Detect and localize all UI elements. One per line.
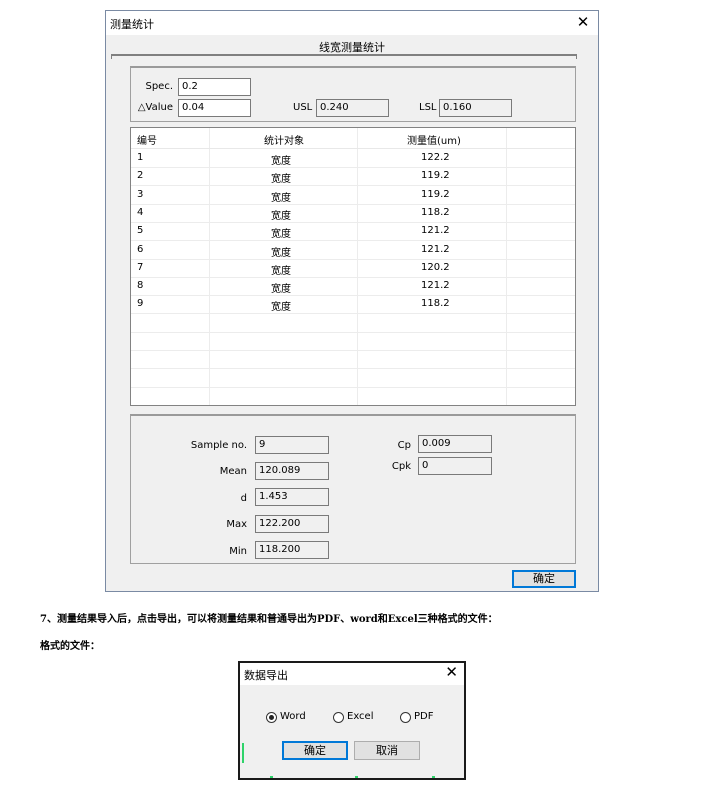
table-row[interactable]: [131, 314, 575, 333]
decorative-mark: [432, 776, 435, 778]
table-row[interactable]: [131, 369, 575, 388]
sample-field: 9: [255, 436, 329, 454]
cpk-label: Cpk: [391, 461, 411, 472]
measurement-list[interactable]: 编号 统计对象 测量值(um) 1 宽度 122.2 2 宽度 119.2 3 宽度 119.2…: [130, 127, 576, 406]
row-object: 宽度: [271, 156, 291, 167]
row-value: 119.2: [421, 170, 450, 182]
table-row[interactable]: 6 宽度 121.2: [131, 241, 575, 260]
table-row[interactable]: 9 宽度 118.2: [131, 295, 575, 315]
usl-field: 0.240: [316, 99, 389, 117]
table-row[interactable]: 8 宽度 121.2: [131, 277, 575, 297]
column-header-value[interactable]: 测量值(um): [407, 132, 461, 147]
row-object: 宽度: [271, 174, 291, 186]
decorative-mark: [242, 743, 244, 763]
decorative-mark: [355, 776, 358, 778]
d-label: d: [240, 493, 247, 504]
list-header: 编号 统计对象 测量值(um): [131, 128, 575, 149]
min-field: 118.200: [255, 541, 329, 559]
table-row[interactable]: [131, 350, 575, 370]
lsl-label: LSL: [419, 102, 437, 113]
table-row[interactable]: 1 宽度 122.2: [131, 149, 575, 168]
d-field: 1.453: [255, 488, 329, 506]
row-value: 121.2: [421, 225, 450, 237]
measurement-stats-window: 测量统计 ✕ 线宽测量统计 Spec. 0.2 △Value 0.04 USL …: [105, 10, 599, 592]
cp-field: 0.009: [418, 435, 492, 453]
row-value: 119.2: [421, 188, 450, 200]
table-row[interactable]: 4 宽度 118.2: [131, 204, 575, 223]
table-row[interactable]: 2 宽度 119.2: [131, 167, 575, 187]
table-row[interactable]: 7 宽度 120.2: [131, 259, 575, 278]
row-id: 3: [137, 188, 144, 200]
radio-pdf-icon[interactable]: [400, 712, 411, 723]
row-object: 宽度: [271, 302, 291, 314]
confirm-button[interactable]: 确定: [282, 741, 348, 760]
dvalue-label: △Value: [137, 102, 173, 113]
export-title-bar: 数据导出 ✕: [240, 663, 464, 685]
row-value: 122.2: [421, 152, 450, 163]
column-header-object[interactable]: 统计对象: [264, 132, 304, 147]
stats-group: Sample no. 9 Mean 120.089 d 1.453 Max 12…: [130, 414, 576, 564]
sample-label: Sample no.: [190, 440, 247, 451]
row-id: 4: [137, 206, 144, 218]
column-header-id[interactable]: 编号: [137, 132, 157, 147]
row-object: 宽度: [271, 192, 291, 204]
row-object: 宽度: [271, 229, 291, 241]
ok-button[interactable]: 确定: [512, 570, 576, 588]
row-id: 5: [137, 225, 144, 237]
heading-frame: [111, 54, 577, 59]
row-object: 宽度: [271, 247, 291, 259]
lsl-field: 0.160: [439, 99, 512, 117]
row-id: 6: [137, 243, 144, 255]
row-value: 120.2: [421, 261, 450, 273]
close-icon[interactable]: ✕: [574, 13, 592, 31]
window-title: 测量统计: [110, 18, 154, 31]
row-value: 118.2: [421, 298, 450, 310]
dvalue-input[interactable]: 0.04: [178, 99, 251, 117]
row-id: 9: [137, 298, 144, 310]
table-row[interactable]: 5 宽度 121.2: [131, 222, 575, 242]
export-dialog: 数据导出 ✕ Word Excel PDF 确定 取消: [238, 661, 466, 780]
table-row[interactable]: [131, 332, 575, 351]
row-id: 1: [137, 152, 144, 163]
params-group: Spec. 0.2 △Value 0.04 USL 0.240 LSL 0.16…: [130, 66, 576, 122]
row-object: 宽度: [271, 210, 291, 222]
row-id: 8: [137, 280, 144, 292]
max-label: Max: [226, 519, 247, 530]
page-title: 线宽测量统计: [319, 41, 385, 54]
mean-label: Mean: [219, 466, 247, 477]
radio-excel-icon[interactable]: [333, 712, 344, 723]
mean-field: 120.089: [255, 462, 329, 480]
min-label: Min: [229, 546, 247, 557]
radio-pdf-label[interactable]: PDF: [414, 711, 433, 722]
row-object: 宽度: [271, 265, 291, 277]
row-object: 宽度: [271, 284, 291, 296]
caption-line-2: 格式的文件：: [40, 641, 100, 652]
table-row[interactable]: [131, 387, 575, 405]
radio-excel-label[interactable]: Excel: [347, 711, 374, 722]
radio-word-label[interactable]: Word: [280, 711, 306, 722]
spec-label: Spec.: [145, 81, 173, 92]
row-id: 2: [137, 170, 144, 182]
spec-input[interactable]: 0.2: [178, 78, 251, 96]
row-value: 121.2: [421, 243, 450, 255]
cpk-field: 0: [418, 457, 492, 475]
table-row[interactable]: 3 宽度 119.2: [131, 186, 575, 205]
close-icon[interactable]: ✕: [445, 663, 458, 681]
cancel-button[interactable]: 取消: [354, 741, 420, 760]
caption-line-1: 7、测量结果导入后，点击导出，可以将测量结果和普通导出为PDF、word和Exc…: [40, 614, 498, 625]
row-value: 121.2: [421, 280, 450, 292]
radio-word-icon[interactable]: [266, 712, 277, 723]
max-field: 122.200: [255, 515, 329, 533]
usl-label: USL: [293, 102, 313, 113]
row-value: 118.2: [421, 206, 450, 218]
decorative-mark: [270, 776, 273, 778]
title-bar: 测量统计 ✕: [106, 11, 598, 35]
row-id: 7: [137, 261, 144, 273]
cp-label: Cp: [397, 440, 411, 451]
export-dialog-title: 数据导出: [244, 669, 288, 682]
